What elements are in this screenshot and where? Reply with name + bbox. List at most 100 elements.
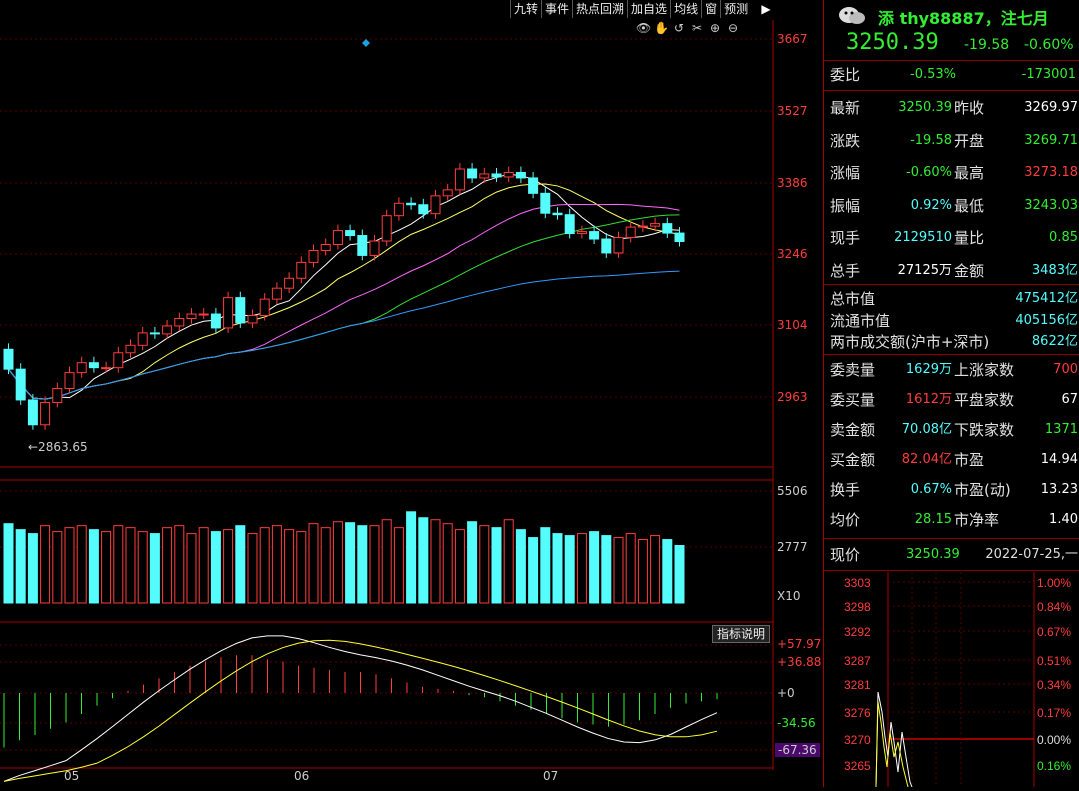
candle-body xyxy=(247,315,258,324)
candle-body xyxy=(369,240,380,256)
stats-row: 委卖量 1629万 上涨家数 700 xyxy=(830,359,1078,381)
volume-bar xyxy=(357,525,368,604)
toolbar-item-5[interactable]: 窗 xyxy=(701,0,720,18)
promo-title: 添 thy88887，注七月 xyxy=(878,9,1049,28)
volume-bar xyxy=(332,521,343,604)
volume-bar xyxy=(320,527,331,604)
kline-chart-area[interactable]: 九转 事件 热点回溯 加自选 均线窗预测 👁 ✋ ↺ ✂ ⊕ ⊖ ▶ 3667 3527 3… xyxy=(0,0,822,787)
candle-body xyxy=(503,171,514,178)
toolbar-item-4[interactable]: 均线 xyxy=(670,0,701,18)
macd-axis-label: +0 xyxy=(777,686,795,700)
stats-label: 市盈(动) xyxy=(954,481,1011,499)
market-row: 两市成交额(沪市+深市) 8622亿 xyxy=(830,331,1078,353)
quote-label: 昨收 xyxy=(954,99,985,117)
intraday-chart[interactable]: 3303 3298 3292 3287 3281 3276 3270 3265 1.00% 0.8… xyxy=(824,572,1079,787)
scissors-icon[interactable]: ✂ xyxy=(690,21,704,35)
toolbar-item-0[interactable]: 九转 xyxy=(510,0,541,18)
candle-body xyxy=(76,362,87,374)
ma-line-60 xyxy=(8,270,680,400)
stats-label: 市盈 xyxy=(954,451,985,469)
volume-bar xyxy=(296,531,307,604)
candle-body xyxy=(613,237,624,254)
volume-bar xyxy=(223,529,234,604)
undo-icon[interactable]: ↺ xyxy=(672,21,686,35)
candle-body xyxy=(442,189,453,197)
quote-label: 开盘 xyxy=(954,131,985,150)
volume-bar xyxy=(540,527,551,604)
quote-label: 量比 xyxy=(954,229,985,247)
candle-body xyxy=(430,195,441,215)
weibi-value: -0.53% xyxy=(910,67,956,82)
stats-value: 0.67% xyxy=(910,482,952,497)
candle-body xyxy=(454,168,465,191)
toolbar-item-3[interactable]: 加自选 xyxy=(627,0,670,18)
toolbar-item-1[interactable]: 事件 xyxy=(541,0,572,18)
stats-value: 700 xyxy=(1053,362,1078,377)
now-price-row: 现价 3250.39 2022-07-25,一 xyxy=(830,544,1078,566)
stats-value: 1629万 xyxy=(905,362,952,377)
volume-bar xyxy=(235,525,246,604)
volume-bar xyxy=(625,533,636,604)
toolbar-item-6[interactable]: 预测 xyxy=(720,0,751,18)
price-axis-label: 3246 xyxy=(777,247,808,261)
volume-bar xyxy=(479,525,490,604)
volume-bar xyxy=(552,533,563,604)
zoom-in-icon[interactable]: ⊕ xyxy=(708,21,722,35)
volume-bar xyxy=(125,527,136,604)
volume-bar xyxy=(162,527,173,604)
stats-label: 买金额 xyxy=(830,451,876,469)
volume-bar xyxy=(491,527,502,604)
candle-body xyxy=(625,226,636,239)
eye-icon[interactable]: 👁 xyxy=(636,21,651,35)
quote-panel: 添 thy88887，注七月 3250.39 -19.58 -0.60% 委比 … xyxy=(823,0,1079,787)
candle-body xyxy=(564,214,575,235)
volume-bar xyxy=(406,511,417,604)
volume-bar xyxy=(564,535,575,604)
quote-label: 涨跌 xyxy=(830,131,861,150)
stats-label: 均价 xyxy=(830,511,861,529)
stats-row: 换手 0.67% 市盈(动) 13.23 xyxy=(830,479,1078,501)
quote-value: -0.60% xyxy=(906,165,952,180)
macd-axis-label: +57.97 xyxy=(777,637,822,651)
market-label: 两市成交额(沪市+深市) xyxy=(830,333,990,351)
stats-value: 14.94 xyxy=(1040,452,1078,467)
mini-axis-left: 3303 xyxy=(844,576,871,590)
quote-label: 涨幅 xyxy=(830,164,861,182)
price-axis-label: 3527 xyxy=(777,104,808,118)
macd-axis-current: -67.36 xyxy=(775,743,820,757)
weibi-label: 委比 xyxy=(830,66,861,84)
quote-value: 2129510 xyxy=(894,230,952,245)
quote-row: 现手 2129510 量比 0.85 xyxy=(830,227,1078,249)
candle-body xyxy=(467,168,478,179)
candle-body xyxy=(296,261,307,279)
candle-body xyxy=(52,388,63,403)
indicator-help-button[interactable]: 指标说明 xyxy=(712,625,770,643)
candle-body xyxy=(198,313,209,316)
candle-body xyxy=(149,332,160,335)
hand-icon[interactable]: ✋ xyxy=(654,21,669,35)
volume-bar xyxy=(650,535,661,604)
volume-bar xyxy=(430,519,441,604)
volume-bar xyxy=(271,525,282,604)
zoom-out-icon[interactable]: ⊖ xyxy=(726,21,740,35)
candle-body xyxy=(576,231,587,235)
toolbar-item-2[interactable]: 热点回溯 xyxy=(572,0,627,18)
candle-body xyxy=(259,298,270,317)
stats-value: 82.04亿 xyxy=(901,452,952,467)
stats-label: 下跌家数 xyxy=(954,421,1015,439)
quote-label: 振幅 xyxy=(830,196,861,215)
now-date: 2022-07-25,一 xyxy=(985,547,1078,562)
market-row: 流通市值 405156亿 xyxy=(830,310,1078,332)
candle-body xyxy=(3,348,14,370)
mini-axis-left: 3292 xyxy=(844,625,871,639)
candle-body xyxy=(479,173,490,179)
volume-bar xyxy=(515,529,526,604)
collapse-panel-icon[interactable]: ▶ xyxy=(758,0,774,18)
volume-bar xyxy=(247,533,258,604)
stats-row: 卖金额 70.08亿 下跌家数 1371 xyxy=(830,419,1078,441)
quote-label: 最高 xyxy=(954,164,985,182)
market-value: 475412亿 xyxy=(1015,291,1078,306)
candle-body xyxy=(418,204,429,215)
mini-axis-right: 0.34% xyxy=(1037,678,1071,692)
event-marker-icon[interactable] xyxy=(362,39,370,47)
